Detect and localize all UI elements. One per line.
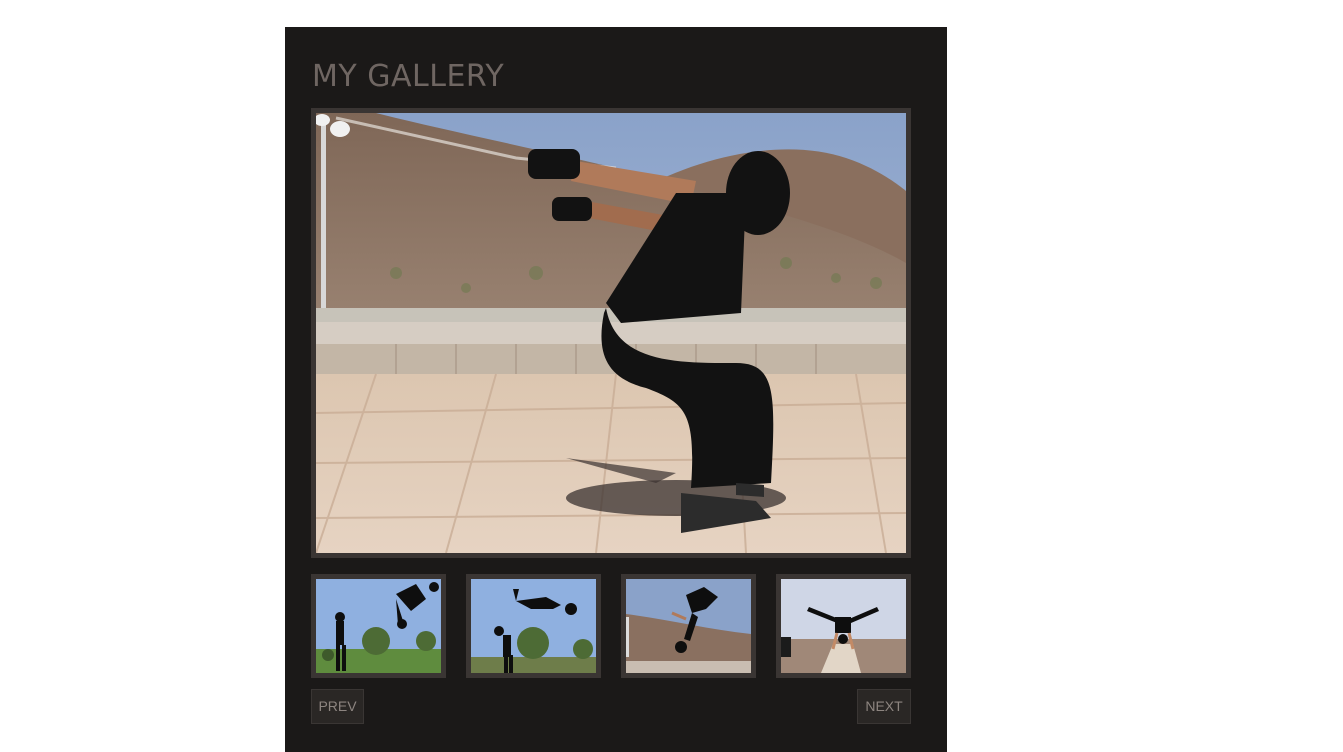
gallery-panel: MY GALLERY PREV NEXT (285, 27, 947, 752)
main-image-frame (311, 108, 911, 558)
thumbnail-1[interactable] (311, 574, 446, 678)
thumbnail-2[interactable] (466, 574, 601, 678)
thumbnail-image-4 (781, 579, 906, 673)
thumbnail-image-2 (471, 579, 596, 673)
next-button[interactable]: NEXT (857, 689, 911, 724)
thumbnail-image-1 (316, 579, 441, 673)
page-title: MY GALLERY (312, 59, 505, 94)
thumbnail-4[interactable] (776, 574, 911, 678)
prev-button[interactable]: PREV (311, 689, 364, 724)
main-photo-svg (316, 113, 906, 553)
thumbnail-3[interactable] (621, 574, 756, 678)
main-image[interactable] (316, 113, 906, 553)
thumbnail-image-3 (626, 579, 751, 673)
